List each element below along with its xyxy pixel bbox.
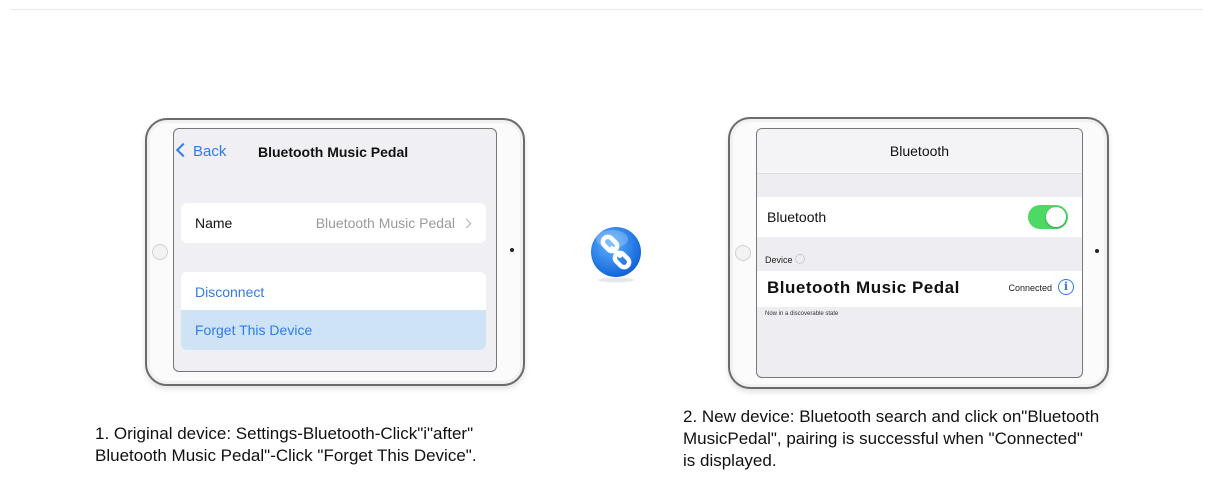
bluetooth-toggle[interactable] — [1028, 205, 1068, 229]
back-button[interactable]: Back — [175, 142, 227, 160]
step-1-caption: 1. Original device: Settings-Bluetooth-C… — [95, 423, 615, 467]
back-label: Back — [193, 143, 227, 160]
device-section-header: Device — [765, 253, 805, 265]
device-name: Bluetooth Music Pedal — [767, 278, 960, 297]
name-value-wrap: Bluetooth Music Pedal — [315, 215, 472, 231]
caption-line: is displayed. — [683, 451, 777, 470]
actions-group: Disconnect Forget This Device — [181, 272, 486, 350]
nav-bar: Back Bluetooth Music Pedal — [174, 129, 496, 173]
caption-line: 2. New device: Bluetooth search and clic… — [683, 407, 1100, 426]
chevron-right-icon — [461, 218, 472, 229]
page-title: Bluetooth Music Pedal — [258, 144, 409, 160]
forget-device-button[interactable]: Forget This Device — [181, 310, 486, 350]
chevron-left-icon — [175, 142, 191, 158]
device-header-label: Device — [765, 255, 793, 265]
step-2-caption: 2. New device: Bluetooth search and clic… — [683, 406, 1203, 472]
bluetooth-toggle-row: Bluetooth — [757, 197, 1082, 237]
camera-dot — [1095, 249, 1099, 253]
bluetooth-settings-screen: Bluetooth Bluetooth Device Bluetooth Mus… — [756, 128, 1083, 378]
connection-status: Connected — [1008, 283, 1052, 293]
device-detail-screen: Back Bluetooth Music Pedal Name Bluetoot… — [173, 128, 497, 372]
top-divider — [10, 9, 1203, 10]
page-title: Bluetooth — [889, 143, 950, 159]
link-icon — [591, 227, 641, 283]
discoverable-note: Now in a discoverable state — [765, 311, 839, 317]
forget-device-label: Forget This Device — [195, 322, 313, 338]
name-row[interactable]: Name Bluetooth Music Pedal — [181, 203, 486, 243]
name-label: Name — [195, 215, 233, 231]
ipad-frame-original-device: Back Bluetooth Music Pedal Name Bluetoot… — [145, 118, 525, 386]
bluetooth-label: Bluetooth — [767, 209, 827, 225]
name-value: Bluetooth Music Pedal — [315, 215, 455, 231]
caption-line: MusicPedal", pairing is successful when … — [683, 429, 1083, 448]
nav-bar: Bluetooth — [757, 129, 1082, 174]
home-button — [735, 245, 751, 261]
caption-line: Bluetooth Music Pedal"-Click "Forget Thi… — [95, 446, 477, 465]
loading-spinner-icon — [794, 254, 805, 264]
info-icon[interactable]: i — [1058, 279, 1074, 295]
camera-dot — [510, 248, 514, 252]
ipad-frame-new-device: Bluetooth Bluetooth Device Bluetooth Mus… — [728, 117, 1109, 389]
home-button — [152, 244, 168, 260]
caption-line: 1. Original device: Settings-Bluetooth-C… — [95, 424, 474, 443]
device-row[interactable]: Bluetooth Music Pedal Connected i — [757, 271, 1082, 307]
disconnect-button[interactable]: Disconnect — [195, 284, 264, 300]
